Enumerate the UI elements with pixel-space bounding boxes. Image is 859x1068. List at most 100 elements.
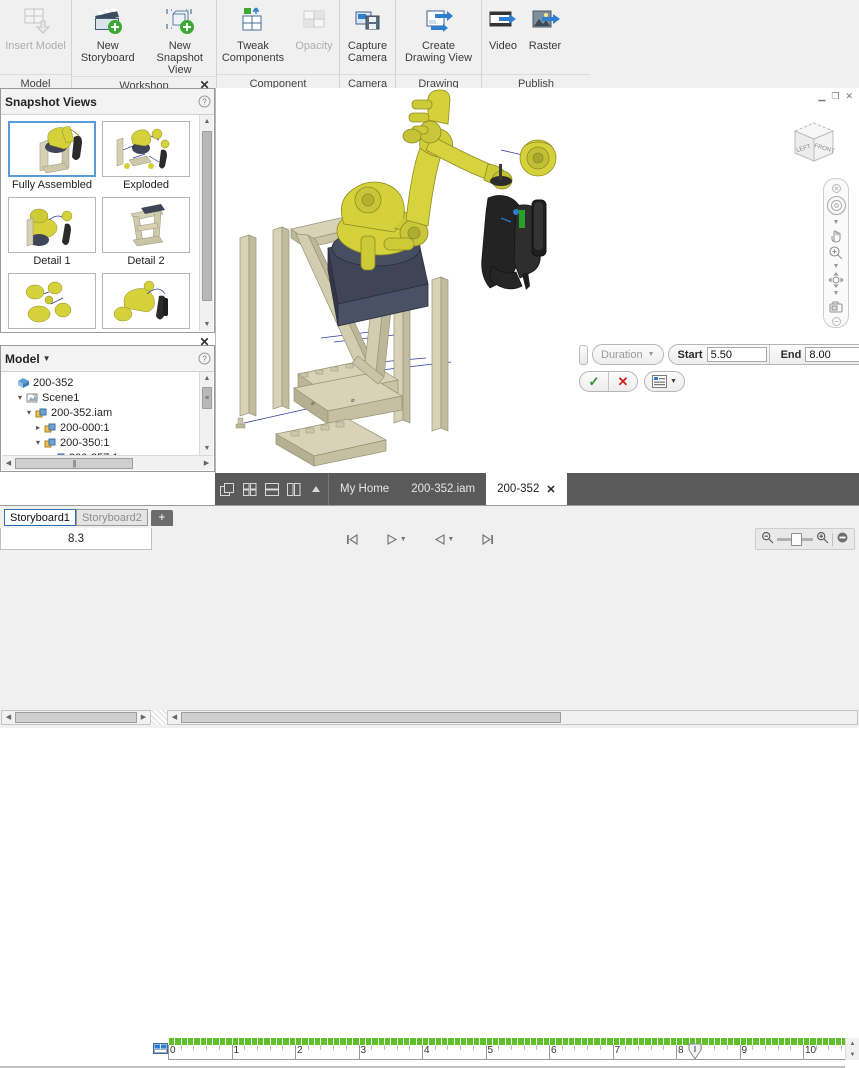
navbar-menu-icon[interactable]	[825, 316, 847, 327]
tile-grid-icon[interactable]	[241, 482, 258, 497]
chevron-down-icon[interactable]: ▼	[400, 536, 407, 543]
model-tree-node[interactable]: ▾ 200-350:1	[6, 435, 199, 450]
capture-camera-button[interactable]: Capture Camera	[340, 2, 395, 64]
play-forward-button[interactable]: ▼	[386, 533, 407, 546]
play-backward-button[interactable]: ▼	[433, 533, 454, 546]
tracks-hscrollbar[interactable]: ◀	[167, 709, 858, 725]
pan-icon[interactable]	[825, 228, 847, 244]
options-group[interactable]: ▼	[644, 371, 685, 392]
snapshot-thumbnail[interactable]	[102, 273, 190, 329]
timeline-camera-icon[interactable]	[152, 1038, 168, 1058]
close-icon[interactable]: ✕	[546, 483, 555, 496]
skip-to-end-button[interactable]	[481, 533, 495, 546]
snapshot-view-item[interactable]: Detail 3	[8, 273, 96, 331]
start-input[interactable]: 5.50	[706, 347, 767, 362]
zoom-fit-icon[interactable]	[836, 531, 849, 547]
zoom-slider-knob[interactable]	[791, 532, 802, 546]
storyboard-tab[interactable]: Storyboard1	[4, 509, 76, 526]
new-snapshot-view-button[interactable]: New Snapshot View	[144, 2, 217, 76]
document-tab[interactable]: My Home	[329, 473, 400, 505]
model-tree-node[interactable]: ▾ Scene1	[6, 390, 199, 405]
snapshot-view-item[interactable]: Exploded	[102, 121, 190, 191]
video-button[interactable]: Video	[482, 2, 524, 52]
close-icon[interactable]: ✕	[198, 78, 211, 92]
document-tab[interactable]: 200-352.iam	[400, 473, 486, 505]
snapshot-view-item[interactable]: Detail 4	[102, 273, 190, 331]
create-drawing-view-button[interactable]: Create Drawing View	[396, 2, 481, 64]
model-tree-node[interactable]: ▾ 200-352.iam	[6, 405, 199, 420]
scrollbar-thumb[interactable]	[202, 131, 212, 301]
add-storyboard-button[interactable]: +	[150, 510, 173, 526]
chevron-down-icon[interactable]: ▼	[825, 218, 847, 227]
full-navigation-wheel-icon[interactable]	[825, 194, 847, 217]
drag-grip-icon[interactable]	[579, 344, 588, 365]
orbit-icon[interactable]	[825, 271, 847, 288]
tile-cascade-icon[interactable]	[219, 482, 236, 497]
look-at-icon[interactable]	[825, 298, 847, 314]
snapshot-thumbnail[interactable]	[102, 197, 190, 253]
graphics-viewport[interactable]: ▁ ❐ ✕ ⌀ ⌀ LEFT FRONT ▼ ▼ ▼ Duration ▼ St…	[215, 88, 859, 473]
current-time-display[interactable]: 8.3	[0, 528, 152, 550]
scroll-right-icon[interactable]: ▶	[137, 713, 150, 721]
expander-icon[interactable]: ▸	[33, 423, 43, 432]
snapshot-thumbnail[interactable]	[8, 197, 96, 253]
chevron-down-icon[interactable]: ▼	[825, 289, 847, 298]
close-icon[interactable]: ✕	[198, 335, 211, 349]
snapshot-view-item[interactable]: Fully Assembled	[8, 121, 96, 191]
zoom-slider[interactable]	[777, 532, 813, 546]
zoom-icon[interactable]	[825, 245, 847, 261]
zoom-out-icon[interactable]	[761, 531, 774, 547]
document-tab[interactable]: 200-352 ✕	[486, 473, 567, 505]
chevron-down-icon[interactable]: ▼	[43, 354, 51, 363]
tile-horizontal-icon[interactable]	[263, 482, 280, 497]
model-browser-tree[interactable]: 200-352 ▾ Scene1 ▾ 200-352.iam ▸ 200-000:1 ▾ 200…	[2, 372, 199, 455]
scrollbar-thumb[interactable]: |||	[15, 457, 133, 469]
tweak-components-button[interactable]: Tweak Components	[217, 2, 289, 64]
snapshot-panel-scrollbar[interactable]: ▲ ▼	[199, 115, 213, 331]
components-hscrollbar[interactable]: ◀ ▶	[1, 709, 151, 725]
end-input[interactable]: 8.00	[805, 347, 859, 362]
scroll-up-icon[interactable]: ▲	[200, 372, 214, 385]
scrollbar-thumb[interactable]: ≡	[202, 387, 212, 409]
exploded-assembly-model[interactable]: ⌀ ⌀	[216, 88, 859, 473]
timeline-playhead[interactable]	[688, 1043, 702, 1059]
scroll-left-icon[interactable]: ◀	[2, 459, 15, 467]
scroll-left-icon[interactable]: ◀	[168, 713, 181, 721]
snapshot-views-list[interactable]: Fully Assembled Exploded Detail 1 Detail 2 D…	[2, 115, 199, 331]
scroll-up-icon[interactable]: ▲	[850, 1041, 856, 1047]
model-tree-node[interactable]: ▸ 200-000:1	[6, 420, 199, 435]
model-panel-scrollbar[interactable]: ▲ ≡ ▼	[199, 372, 213, 455]
scroll-left-icon[interactable]: ◀	[2, 713, 15, 721]
tracks-scroll-arrows[interactable]: ▲ ▼	[845, 1038, 859, 1060]
snapshot-view-item[interactable]: Detail 2	[102, 197, 190, 267]
model-panel-hscrollbar[interactable]: ◀ ||| ▶	[2, 455, 213, 470]
navigation-bar[interactable]: ▼ ▼ ▼	[823, 178, 849, 328]
scroll-up-icon[interactable]: ▲	[200, 115, 214, 128]
snapshot-thumbnail[interactable]	[8, 121, 96, 177]
help-icon[interactable]: ?	[198, 352, 211, 365]
duration-dropdown[interactable]: Duration ▼	[592, 344, 664, 365]
model-tree-node[interactable]: 200-352	[6, 375, 199, 390]
tile-vertical-icon[interactable]	[285, 482, 302, 497]
scroll-down-icon[interactable]: ▼	[200, 442, 214, 455]
help-icon[interactable]: ?	[198, 95, 211, 108]
raster-button[interactable]: Raster	[524, 2, 566, 52]
expander-icon[interactable]: ▾	[24, 408, 34, 417]
zoom-in-icon[interactable]	[816, 531, 829, 547]
expander-icon[interactable]: ▾	[33, 438, 43, 447]
insert-model-button[interactable]: Insert Model	[0, 2, 71, 52]
chevron-up-icon[interactable]	[307, 482, 324, 497]
skip-to-start-button[interactable]	[345, 533, 359, 546]
snapshot-view-item[interactable]: Detail 1	[8, 197, 96, 267]
viewcube[interactable]: LEFT FRONT	[787, 115, 841, 169]
scroll-right-icon[interactable]: ▶	[200, 459, 213, 467]
expander-icon[interactable]: ▾	[15, 393, 25, 402]
snapshot-thumbnail[interactable]	[102, 121, 190, 177]
chevron-down-icon[interactable]: ▼	[447, 536, 454, 543]
scroll-down-icon[interactable]: ▼	[850, 1052, 856, 1058]
timeline-ruler[interactable]: 0 1 2 3 4 5 6 7 8 9 10	[168, 1038, 845, 1060]
new-storyboard-button[interactable]: New Storyboard	[72, 2, 144, 64]
snapshot-thumbnail[interactable]	[8, 273, 96, 329]
scroll-down-icon[interactable]: ▼	[200, 318, 214, 331]
scrollbar-thumb[interactable]	[181, 711, 561, 723]
